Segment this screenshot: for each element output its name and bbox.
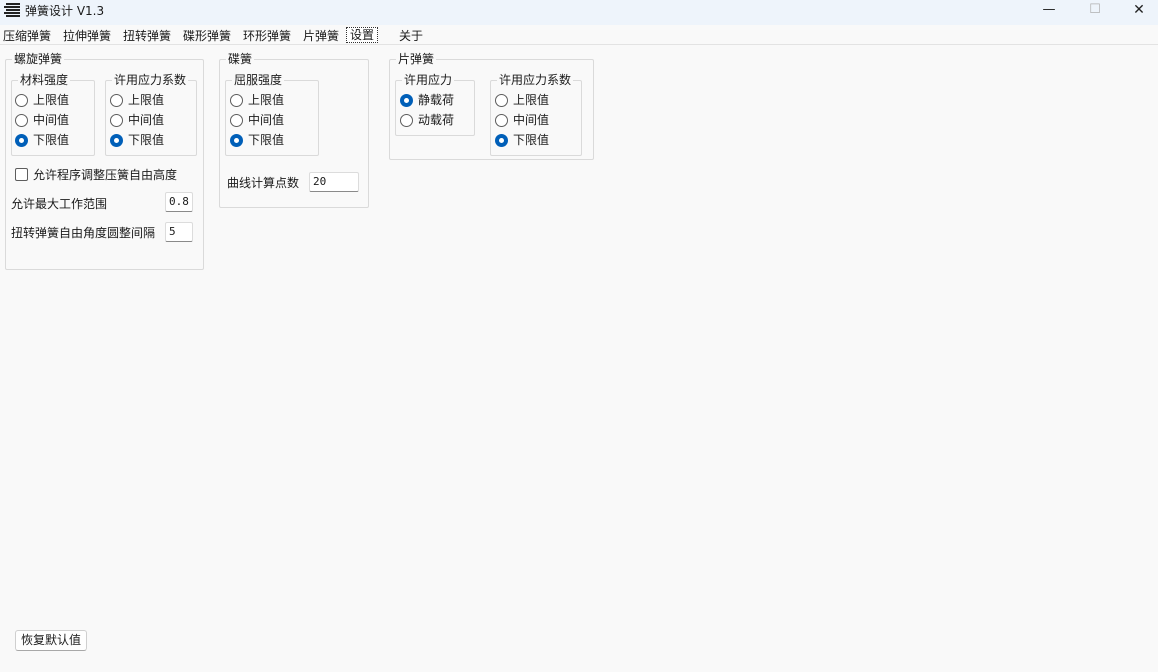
yield-strength-group: 屈服强度 上限值 中间值 下限值 [225,73,319,156]
leaf-spring-group-title: 片弹簧 [396,52,437,66]
radio-label: 静载荷 [418,93,455,107]
curve-points-label: 曲线计算点数 [227,176,300,190]
radio-label: 下限值 [33,133,70,147]
material-strength-group: 材料强度 上限值 中间值 下限值 [11,73,95,156]
disc-spring-group: 碟簧 屈服强度 上限值 中间值 下限值 曲线计算点数 20 [219,52,369,208]
radio-label: 中间值 [513,113,550,127]
curve-points-input[interactable]: 20 [309,172,359,192]
tab-extension-spring[interactable]: 拉伸弹簧 [63,28,111,45]
maximize-button[interactable]: ☐ [1072,0,1118,22]
radio-label: 中间值 [248,113,285,127]
radio-label: 下限值 [248,133,285,147]
tab-bar: 压缩弹簧 拉伸弹簧 扭转弹簧 碟形弹簧 环形弹簧 片弹簧 设置 关于 [0,27,1158,45]
radio-label: 上限值 [33,93,70,107]
radio-label: 中间值 [128,113,165,127]
tab-ring-spring[interactable]: 环形弹簧 [243,28,291,45]
tab-leaf-spring[interactable]: 片弹簧 [303,28,339,45]
tab-disc-spring[interactable]: 碟形弹簧 [183,28,231,45]
helical-allowable-stress-factor-title: 许用应力系数 [112,73,189,87]
close-button[interactable]: ✕ [1116,0,1158,22]
radio-label: 上限值 [513,93,550,107]
radio-label: 上限值 [128,93,165,107]
helical-spring-group-title: 螺旋弹簧 [12,52,65,66]
checkbox-label: 允许程序调整压簧自由高度 [33,168,178,182]
radio-label: 上限值 [248,93,285,107]
radio-label: 下限值 [513,133,550,147]
tab-compression-spring[interactable]: 压缩弹簧 [3,28,51,45]
allowable-stress-group: 许用应力 静载荷 动载荷 [395,73,475,136]
torsion-angle-interval-label: 扭转弹簧自由角度圆整间隔 [11,226,156,240]
leaf-allowable-stress-factor-group: 许用应力系数 上限值 中间值 下限值 [490,73,582,156]
radio-label: 下限值 [128,133,165,147]
radio-label: 动载荷 [418,113,455,127]
disc-spring-group-title: 碟簧 [226,52,255,66]
restore-defaults-button[interactable]: 恢复默认值 [15,630,88,651]
title-bar: 弹簧设计 V1.3 — ☐ ✕ [0,0,1158,25]
tab-settings[interactable]: 设置 [346,27,379,43]
max-working-range-label: 允许最大工作范围 [11,197,108,211]
spring-app-icon [4,3,20,19]
max-working-range-input[interactable]: 0.8 [165,192,193,212]
material-strength-title: 材料强度 [18,73,71,87]
minimize-button[interactable]: — [1026,0,1072,22]
yield-strength-title: 屈服强度 [232,73,285,87]
helical-allowable-stress-factor-group: 许用应力系数 上限值 中间值 下限值 [105,73,197,156]
helical-spring-group: 螺旋弹簧 材料强度 上限值 中间值 下限值 许用应力系数 上限值 中间值 下限值… [5,52,204,270]
leaf-spring-group: 片弹簧 许用应力 静载荷 动载荷 许用应力系数 上限值 中间值 下限值 [389,52,594,160]
radio-label: 中间值 [33,113,70,127]
tab-about[interactable]: 关于 [399,28,423,45]
tab-torsion-spring[interactable]: 扭转弹簧 [123,28,171,45]
torsion-angle-interval-input[interactable]: 5 [165,222,193,242]
leaf-allowable-stress-factor-title: 许用应力系数 [497,73,574,87]
window-title: 弹簧设计 V1.3 [25,4,105,18]
allowable-stress-title: 许用应力 [402,73,455,87]
